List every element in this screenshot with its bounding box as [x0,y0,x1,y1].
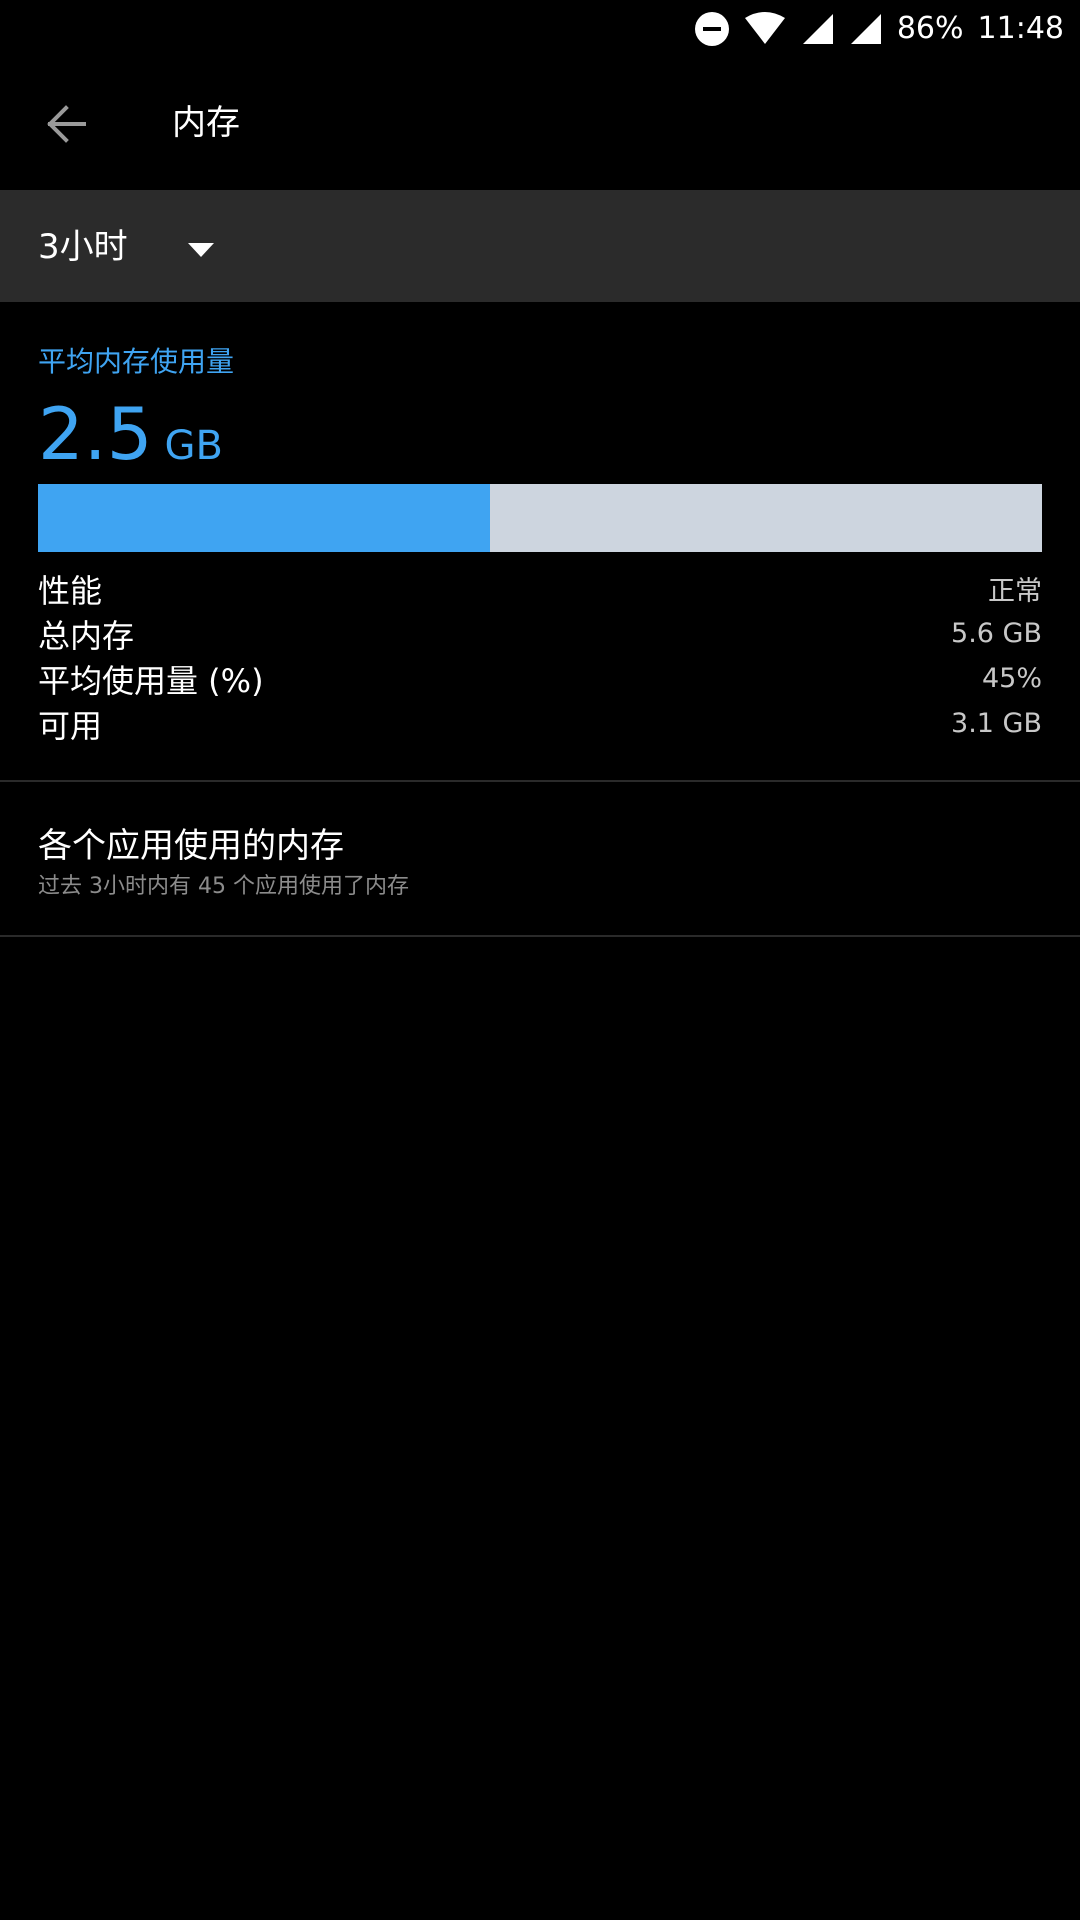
period-selected-label: 3小时 [38,227,128,267]
toolbar: 内存 [0,58,1080,190]
signal-icon [801,12,835,46]
period-dropdown[interactable]: 3小时 [0,190,1080,302]
avg-usage-label: 平均内存使用量 [38,345,235,378]
status-bar: 86% 11:48 [0,0,1080,58]
divider [0,935,1080,937]
stat-value: 45% [981,663,1042,694]
do-not-disturb-icon [694,12,729,46]
stat-value: 正常 [988,576,1042,607]
stat-value: 5.6 GB [951,618,1042,649]
avg-usage-unit: GB [164,423,223,469]
stats-list: 性能 正常 总内存 5.6 GB 平均使用量 (%) 45% 可用 3.1 GB [38,566,1042,746]
apps-memory-subtitle: 过去 3小时内有 45 个应用使用了内存 [38,874,409,899]
usage-bar-fill [38,484,490,552]
apps-memory-item[interactable]: 各个应用使用的内存 过去 3小时内有 45 个应用使用了内存 [0,782,1080,936]
caret-down-icon [188,242,214,261]
stat-row-total-memory: 总内存 5.6 GB [38,611,1042,656]
back-button[interactable] [36,94,96,154]
apps-memory-title: 各个应用使用的内存 [38,826,344,866]
stat-value: 3.1 GB [951,708,1042,739]
avg-usage-number: 2.5 [38,392,153,476]
stat-label: 性能 [38,571,103,610]
stat-label: 可用 [38,706,103,745]
clock: 11:48 [977,11,1064,46]
stat-row-performance: 性能 正常 [38,566,1042,611]
page-title: 内存 [172,103,240,143]
arrow-left-icon [47,105,86,143]
avg-usage-value: 2.5 GB [38,394,223,486]
signal-icon [849,12,883,46]
stat-label: 总内存 [38,616,135,655]
wifi-icon [743,12,787,46]
status-icons: 86% 11:48 [694,8,1064,50]
stat-row-avg-percent: 平均使用量 (%) 45% [38,656,1042,701]
stat-label: 平均使用量 (%) [38,661,264,700]
usage-bar [38,484,1042,552]
stat-row-available: 可用 3.1 GB [38,701,1042,746]
battery-percent: 86% [896,11,964,46]
